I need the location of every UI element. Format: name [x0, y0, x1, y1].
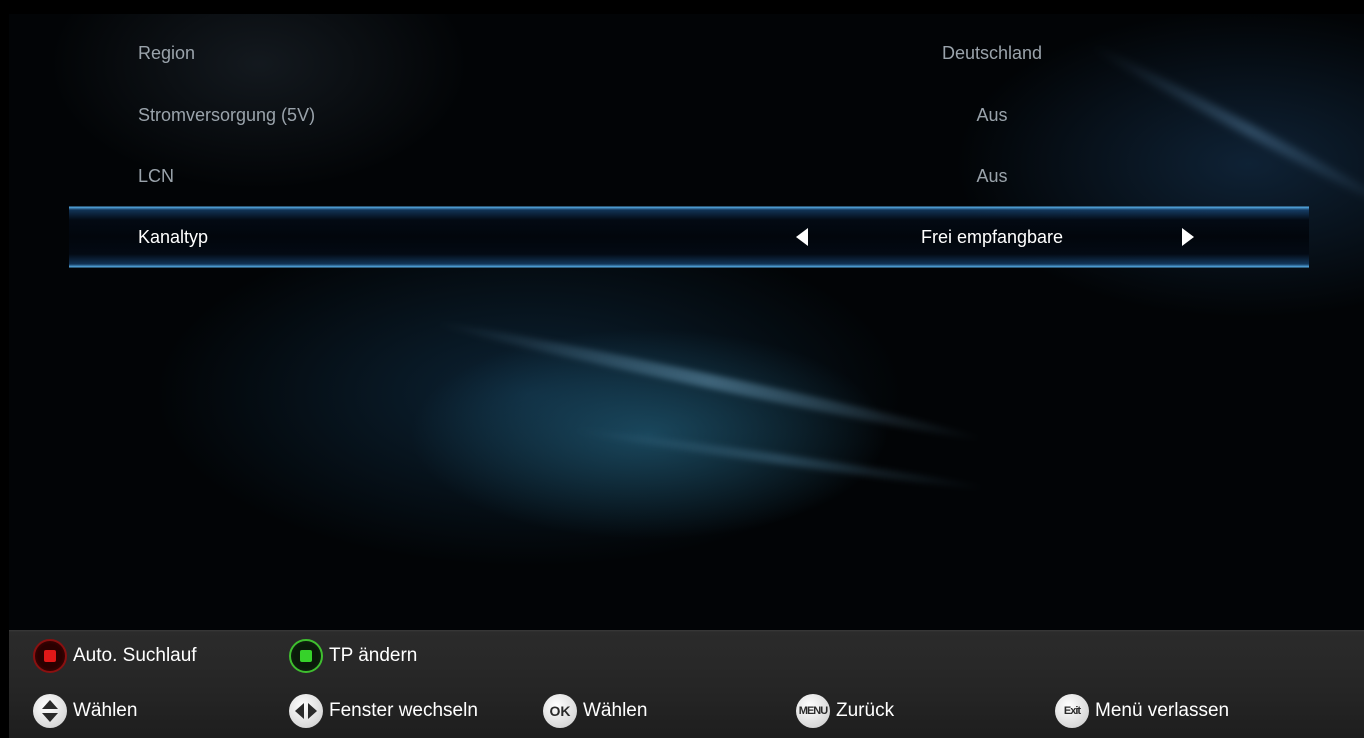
up-down-icon [33, 694, 67, 728]
setting-value: Frei empfangbare [920, 227, 1064, 247]
green-key-icon [289, 639, 323, 673]
setting-value: Deutschland [941, 43, 1043, 63]
hint-label: Wählen [583, 700, 648, 721]
arrow-right-icon[interactable] [1182, 228, 1194, 246]
background-streak [433, 315, 985, 447]
setting-row-region[interactable]: Region Deutschland [9, 22, 1364, 84]
setting-label: Kanaltyp [138, 227, 209, 247]
settings-screen: Region Deutschland Stromversorgung (5V) … [9, 14, 1364, 738]
hint-label: TP ändern [329, 645, 418, 666]
setting-value: Aus [976, 105, 1008, 125]
hint-label: Auto. Suchlauf [73, 645, 197, 666]
hint-label: Wählen [73, 700, 138, 721]
setting-row-power-supply[interactable]: Stromversorgung (5V) Aus [9, 84, 1364, 146]
hint-ok-select[interactable]: OK Wählen [543, 694, 647, 728]
hint-label: Menü verlassen [1095, 700, 1230, 721]
key-hint-bar: Auto. Suchlauf TP ändern Wählen Fenster … [9, 630, 1364, 738]
arrow-left-icon[interactable] [796, 228, 808, 246]
setting-label: Region [138, 43, 196, 63]
hint-select-updown[interactable]: Wählen [33, 694, 137, 728]
hint-auto-search[interactable]: Auto. Suchlauf [33, 639, 197, 673]
hint-label: Fenster wechseln [329, 700, 478, 721]
hint-back[interactable]: MENU Zurück [796, 694, 894, 728]
hint-change-tp[interactable]: TP ändern [289, 639, 417, 673]
setting-row-channel-type[interactable]: Kanaltyp Frei empfangbare [69, 206, 1309, 268]
setting-value: Aus [976, 166, 1008, 186]
setting-label: Stromversorgung (5V) [138, 105, 316, 125]
hint-switch-window[interactable]: Fenster wechseln [289, 694, 478, 728]
hint-label: Zurück [836, 700, 895, 721]
exit-key-icon: Exit [1055, 694, 1089, 728]
ok-key-icon: OK [543, 694, 577, 728]
hint-exit-menu[interactable]: Exit Menü verlassen [1055, 694, 1229, 728]
setting-row-lcn[interactable]: LCN Aus [9, 145, 1364, 207]
menu-key-icon: MENU [796, 694, 830, 728]
left-right-icon [289, 694, 323, 728]
background-streak [570, 424, 988, 494]
red-key-icon [33, 639, 67, 673]
setting-label: LCN [138, 166, 175, 186]
